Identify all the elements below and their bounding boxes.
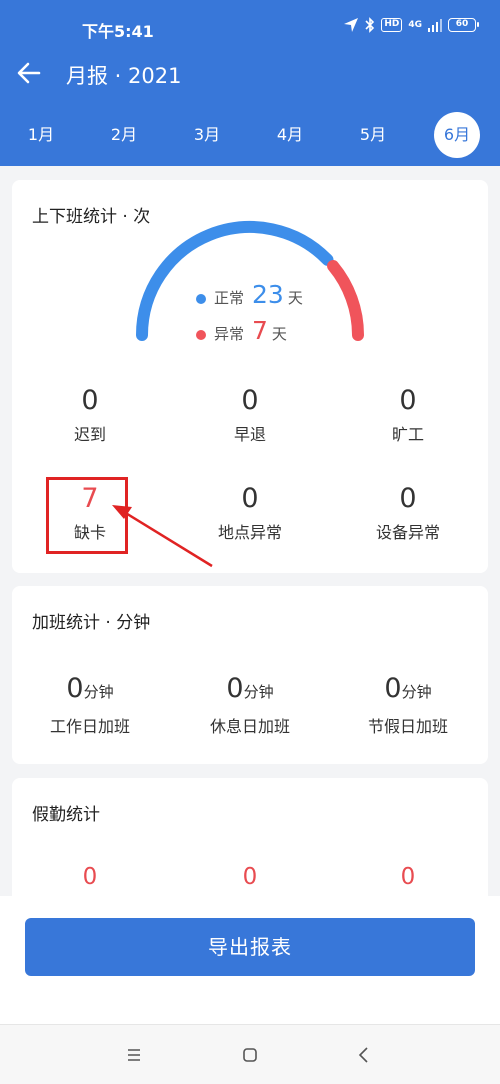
ot-value-row: 0分钟	[333, 674, 483, 707]
ot-unit: 分钟	[401, 683, 432, 701]
export-area: 导出报表	[0, 896, 500, 1024]
ot-label: 节假日加班	[367, 717, 448, 736]
attendance-title: 上下班统计 · 次	[32, 207, 151, 227]
abnormal-value: 7	[252, 316, 268, 345]
chevron-left-icon[interactable]	[352, 1043, 376, 1067]
menu-icon[interactable]	[122, 1043, 146, 1067]
abnormal-unit: 天	[271, 325, 287, 343]
ot-value-row: 0分钟	[15, 674, 165, 707]
stat-late[interactable]: 0 迟到	[15, 386, 165, 446]
stat-label: 设备异常	[375, 523, 440, 542]
signal-icon	[428, 19, 442, 32]
legend-normal: 正常 23 天	[196, 280, 303, 309]
stat-early-leave[interactable]: 0 早退	[175, 386, 325, 446]
month-tabs: 1月 2月 3月 4月 5月 6月	[0, 112, 500, 158]
bluetooth-icon	[365, 17, 375, 33]
overtime-workday[interactable]: 0分钟 工作日加班	[15, 674, 165, 737]
nav-bar: 月报 · 2021	[0, 56, 500, 92]
system-nav-bar	[0, 1024, 500, 1084]
ot-value: 0	[226, 673, 244, 704]
tab-month-6[interactable]: 6月	[434, 112, 480, 158]
stat-label: 地点异常	[217, 523, 282, 542]
stat-location-abnormal[interactable]: 0 地点异常	[175, 484, 325, 544]
tab-month-1[interactable]: 1月	[18, 112, 64, 158]
ot-value: 0	[66, 673, 84, 704]
gauge-abnormal-arc	[327, 259, 364, 341]
stat-value: 0	[241, 385, 259, 416]
overtime-holiday[interactable]: 0分钟 节假日加班	[333, 674, 483, 737]
normal-dot	[196, 294, 206, 304]
status-icons: HD 4G 60	[343, 16, 479, 34]
ot-value-row: 0分钟	[175, 674, 325, 707]
abnormal-dot	[196, 330, 206, 340]
attendance-card: 上下班统计 · 次 正常 23 天 异常 7 天 0 迟到 0 早退 0 旷工 …	[12, 180, 488, 573]
overtime-card: 加班统计 · 分钟 0分钟 工作日加班 0分钟 休息日加班 0分钟 节假日加班	[12, 586, 488, 764]
stat-label: 旷工	[391, 425, 424, 444]
normal-value: 23	[252, 280, 284, 309]
stat-value: 0	[399, 483, 417, 514]
app-header: 下午5:41 HD 4G 60 月报 · 2021 1月 2月 3月 4月 5月…	[0, 0, 500, 166]
leave-value[interactable]: 0	[333, 864, 483, 890]
highlight-box	[46, 477, 128, 554]
stat-absent[interactable]: 0 旷工	[333, 386, 483, 446]
tab-month-5[interactable]: 5月	[350, 112, 396, 158]
abnormal-label: 异常	[214, 325, 245, 343]
stat-label: 早退	[233, 425, 266, 444]
export-report-button[interactable]: 导出报表	[25, 918, 475, 976]
tab-month-4[interactable]: 4月	[267, 112, 313, 158]
leave-title: 假勤统计	[32, 805, 100, 825]
tab-month-3[interactable]: 3月	[184, 112, 230, 158]
stat-value: 0	[399, 385, 417, 416]
ot-unit: 分钟	[83, 683, 114, 701]
stat-value: 0	[81, 385, 99, 416]
status-bar: 下午5:41 HD 4G 60	[0, 0, 500, 56]
ot-label: 工作日加班	[49, 717, 130, 736]
leave-value[interactable]: 0	[175, 864, 325, 890]
network-label: 4G	[408, 20, 422, 30]
normal-label: 正常	[214, 289, 245, 307]
home-square-icon[interactable]	[238, 1043, 262, 1067]
ot-value: 0	[384, 673, 402, 704]
tab-month-2[interactable]: 2月	[101, 112, 147, 158]
leave-value[interactable]: 0	[15, 864, 165, 890]
normal-unit: 天	[287, 289, 303, 307]
stat-device-abnormal[interactable]: 0 设备异常	[333, 484, 483, 544]
stat-value: 0	[241, 483, 259, 514]
page-title: 月报 · 2021	[66, 64, 182, 88]
status-time: 下午5:41	[82, 22, 154, 41]
overtime-restday[interactable]: 0分钟 休息日加班	[175, 674, 325, 737]
arrow-left-icon[interactable]	[14, 58, 44, 88]
ot-unit: 分钟	[243, 683, 274, 701]
stat-label: 迟到	[73, 425, 106, 444]
hd-badge: HD	[381, 18, 403, 32]
ot-label: 休息日加班	[209, 717, 290, 736]
overtime-title: 加班统计 · 分钟	[32, 613, 151, 633]
legend-abnormal: 异常 7 天	[196, 316, 287, 345]
location-arrow-icon	[344, 18, 359, 32]
battery-indicator: 60	[448, 18, 479, 32]
